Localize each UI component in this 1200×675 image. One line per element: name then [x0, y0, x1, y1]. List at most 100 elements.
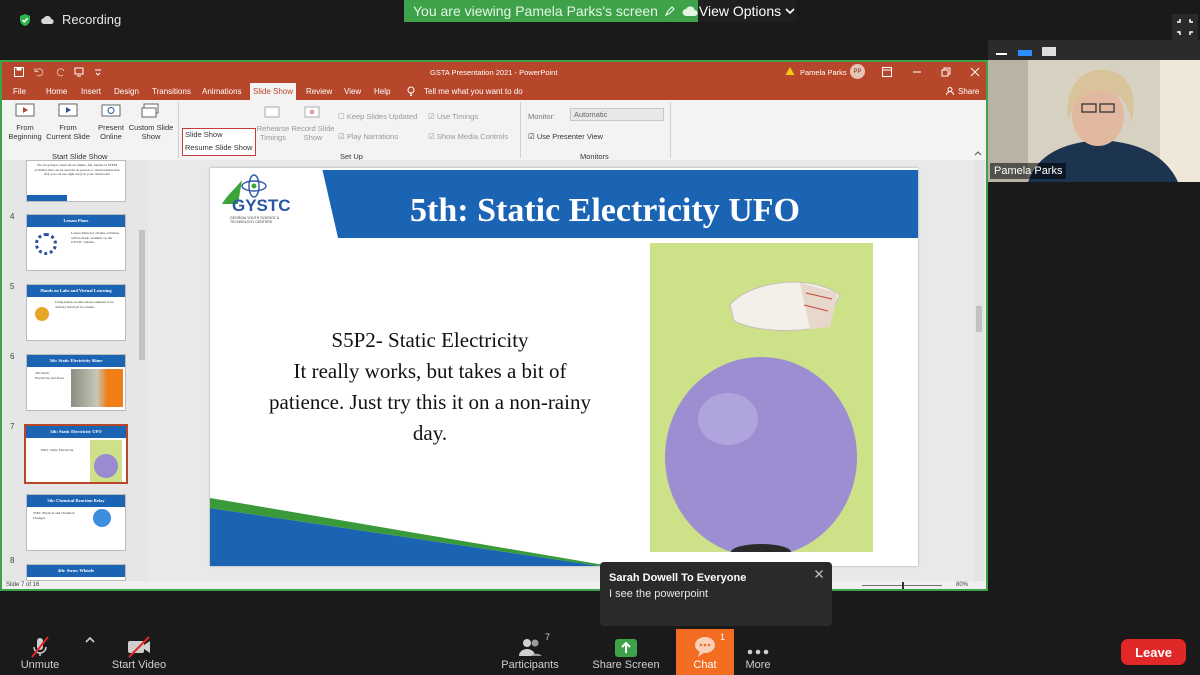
thumbnail-slide-8[interactable]: 5th: Chemical Reaction Relay S5P2- Physi… [26, 494, 126, 551]
redo-icon[interactable] [56, 67, 66, 77]
thumbnail-title: Hands on Labs and Virtual Learning [27, 285, 125, 297]
ribbon-display-options-icon[interactable] [882, 67, 892, 77]
play-narrations-label: Play Narrations [346, 132, 399, 141]
share-screen-button[interactable]: Share Screen [590, 629, 662, 675]
tab-slide-show[interactable]: Slide Show [250, 83, 296, 100]
minimize-icon[interactable] [912, 67, 922, 77]
active-speaker-icon[interactable] [1018, 50, 1032, 56]
video-camera-off-icon [128, 636, 150, 658]
thumbnail-slide-4[interactable]: Lesson Plans Lesson Plans for all nine a… [26, 214, 126, 271]
chat-notification[interactable]: Sarah Dowell To Everyone I see the power… [600, 562, 832, 626]
present-online-icon [101, 104, 121, 117]
view-options-label: View Options [698, 3, 782, 19]
thumbnail-number: 5 [10, 282, 15, 291]
lightbulb-icon [407, 86, 415, 96]
show-media-controls-checkbox[interactable]: ☑ Show Media Controls [428, 132, 508, 141]
gallery-view-icon[interactable] [1042, 47, 1056, 56]
thumbnail-slide-6[interactable]: 5th: Static Electricity Slime 5P2-Static… [26, 354, 126, 411]
current-slide[interactable]: GYSTC GEORGIA YOUTH SCIENCE & TECHNOLOGY… [210, 168, 918, 566]
keep-slides-updated-checkbox[interactable]: ☐ Keep Slides Updated [338, 112, 417, 121]
qat-dropdown-icon[interactable] [94, 67, 102, 77]
tab-transitions[interactable]: Transitions [152, 87, 191, 96]
unmute-label: Unmute [20, 659, 60, 671]
zoom-slider[interactable] [862, 582, 942, 589]
thumbnail-slide-7-selected[interactable]: 5th: Static Electricity UFO S5P2- Static… [24, 424, 128, 484]
thumbnail-decor [27, 195, 67, 201]
use-presenter-view-label: Use Presenter View [536, 132, 603, 141]
minimize-video-icon[interactable] [996, 53, 1007, 55]
save-icon[interactable] [14, 67, 24, 77]
thumbnail-text: 5P2-Static Electricity and Trees [35, 371, 64, 380]
resume-slide-show[interactable]: Resume Slide Show [185, 143, 253, 152]
close-icon[interactable] [814, 569, 824, 579]
restore-icon[interactable] [941, 67, 951, 77]
thumbnail-title: 5th: Static Electricity UFO [26, 426, 126, 438]
leave-button[interactable]: Leave [1121, 639, 1186, 665]
unmute-button[interactable]: Unmute [12, 629, 68, 675]
play-narrations-checkbox[interactable]: ☑ Play Narrations [338, 132, 398, 141]
thumbnail-text: We are going to learn about simple, fun,… [34, 163, 120, 176]
tab-insert[interactable]: Insert [81, 87, 101, 96]
user-avatar[interactable]: PP [850, 64, 865, 79]
thumbnail-text: Using hands-on labs allows students to b… [55, 300, 114, 309]
tab-file[interactable]: File [13, 87, 26, 96]
share-button[interactable]: Share [958, 87, 979, 96]
tab-design[interactable]: Design [114, 87, 139, 96]
present-online-button[interactable]: Present Online [94, 103, 128, 141]
tab-animations[interactable]: Animations [202, 87, 242, 96]
use-presenter-view-checkbox[interactable]: ☑ Use Presenter View [528, 132, 603, 141]
participants-button[interactable]: Participants [498, 629, 562, 675]
present-online-label: Present Online [98, 123, 124, 141]
viewing-banner: You are viewing Pamela Parks's screen [404, 0, 698, 22]
avatar-initials: PP [853, 68, 862, 75]
rehearse-timings-label: Rehearse Timings [256, 124, 290, 142]
show-media-controls-label: Show Media Controls [436, 132, 509, 141]
customize-toolbar-icon[interactable] [74, 67, 84, 77]
record-slide-show-label: Record Slide Show [291, 124, 335, 142]
collapse-ribbon-icon[interactable] [974, 150, 982, 156]
record-icon [304, 106, 320, 118]
thumbnails-scrollbar[interactable] [138, 160, 146, 581]
slide-title: 5th: Static Electricity UFO [410, 192, 800, 229]
thumbnail-text: Lesson Plans for all nine activities wil… [71, 231, 120, 244]
gears-icon [35, 233, 57, 255]
tell-me-search[interactable]: Tell me what you want to do [424, 87, 523, 96]
view-options-button[interactable]: View Options [698, 0, 796, 22]
monitor-select[interactable]: Automatic [570, 108, 664, 121]
rehearse-timings-button[interactable]: Rehearse Timings [256, 106, 290, 142]
tab-home[interactable]: Home [46, 87, 67, 96]
play-from-start-icon [15, 103, 35, 117]
start-video-button[interactable]: Start Video [108, 629, 170, 675]
thumbnail-slide-9[interactable]: 4th: Straw Whistle [26, 564, 126, 581]
microphone-muted-icon [31, 636, 49, 658]
slide-body-line-2: It really works, but takes a bit of pati… [269, 359, 591, 445]
audio-options-chevron-icon[interactable] [84, 636, 96, 644]
undo-icon[interactable] [34, 67, 44, 77]
exit-fullscreen-button[interactable] [1172, 14, 1198, 40]
more-button[interactable]: More [738, 629, 778, 675]
thumbnail-slide-5[interactable]: Hands on Labs and Virtual Learning Using… [26, 284, 126, 341]
video-panel-controls [988, 40, 1200, 60]
slide-show-recording-box[interactable]: Slide Show Resume Slide Show [182, 128, 256, 156]
zoom-level[interactable]: 80% [956, 582, 968, 588]
close-icon[interactable] [970, 67, 980, 77]
share-person-icon [946, 87, 954, 95]
use-timings-checkbox[interactable]: ☑ Use Timings [428, 112, 478, 121]
tab-review[interactable]: Review [306, 87, 332, 96]
chat-bubble-icon [695, 637, 715, 657]
slide-show-dropdown[interactable]: Slide Show [185, 130, 223, 139]
from-beginning-button[interactable]: From Beginning [6, 103, 44, 141]
chat-sender: Sarah Dowell To Everyone [609, 572, 747, 584]
custom-slide-show-button[interactable]: Custom Slide Show [126, 103, 176, 141]
from-current-slide-button[interactable]: From Current Slide [46, 103, 90, 141]
tab-view[interactable]: View [344, 87, 361, 96]
thumbnail-slide-3[interactable]: We are going to learn about simple, fun,… [26, 160, 126, 202]
tab-help[interactable]: Help [374, 87, 390, 96]
canvas-scrollbar[interactable] [974, 160, 984, 581]
use-timings-label: Use Timings [436, 112, 479, 121]
thumbnail-number: 6 [10, 352, 15, 361]
record-slide-show-button[interactable]: Record Slide Show [290, 106, 336, 142]
monitor-select-value: Automatic [574, 110, 608, 119]
participants-count: 7 [545, 632, 551, 642]
chat-button[interactable]: Chat [676, 629, 734, 675]
